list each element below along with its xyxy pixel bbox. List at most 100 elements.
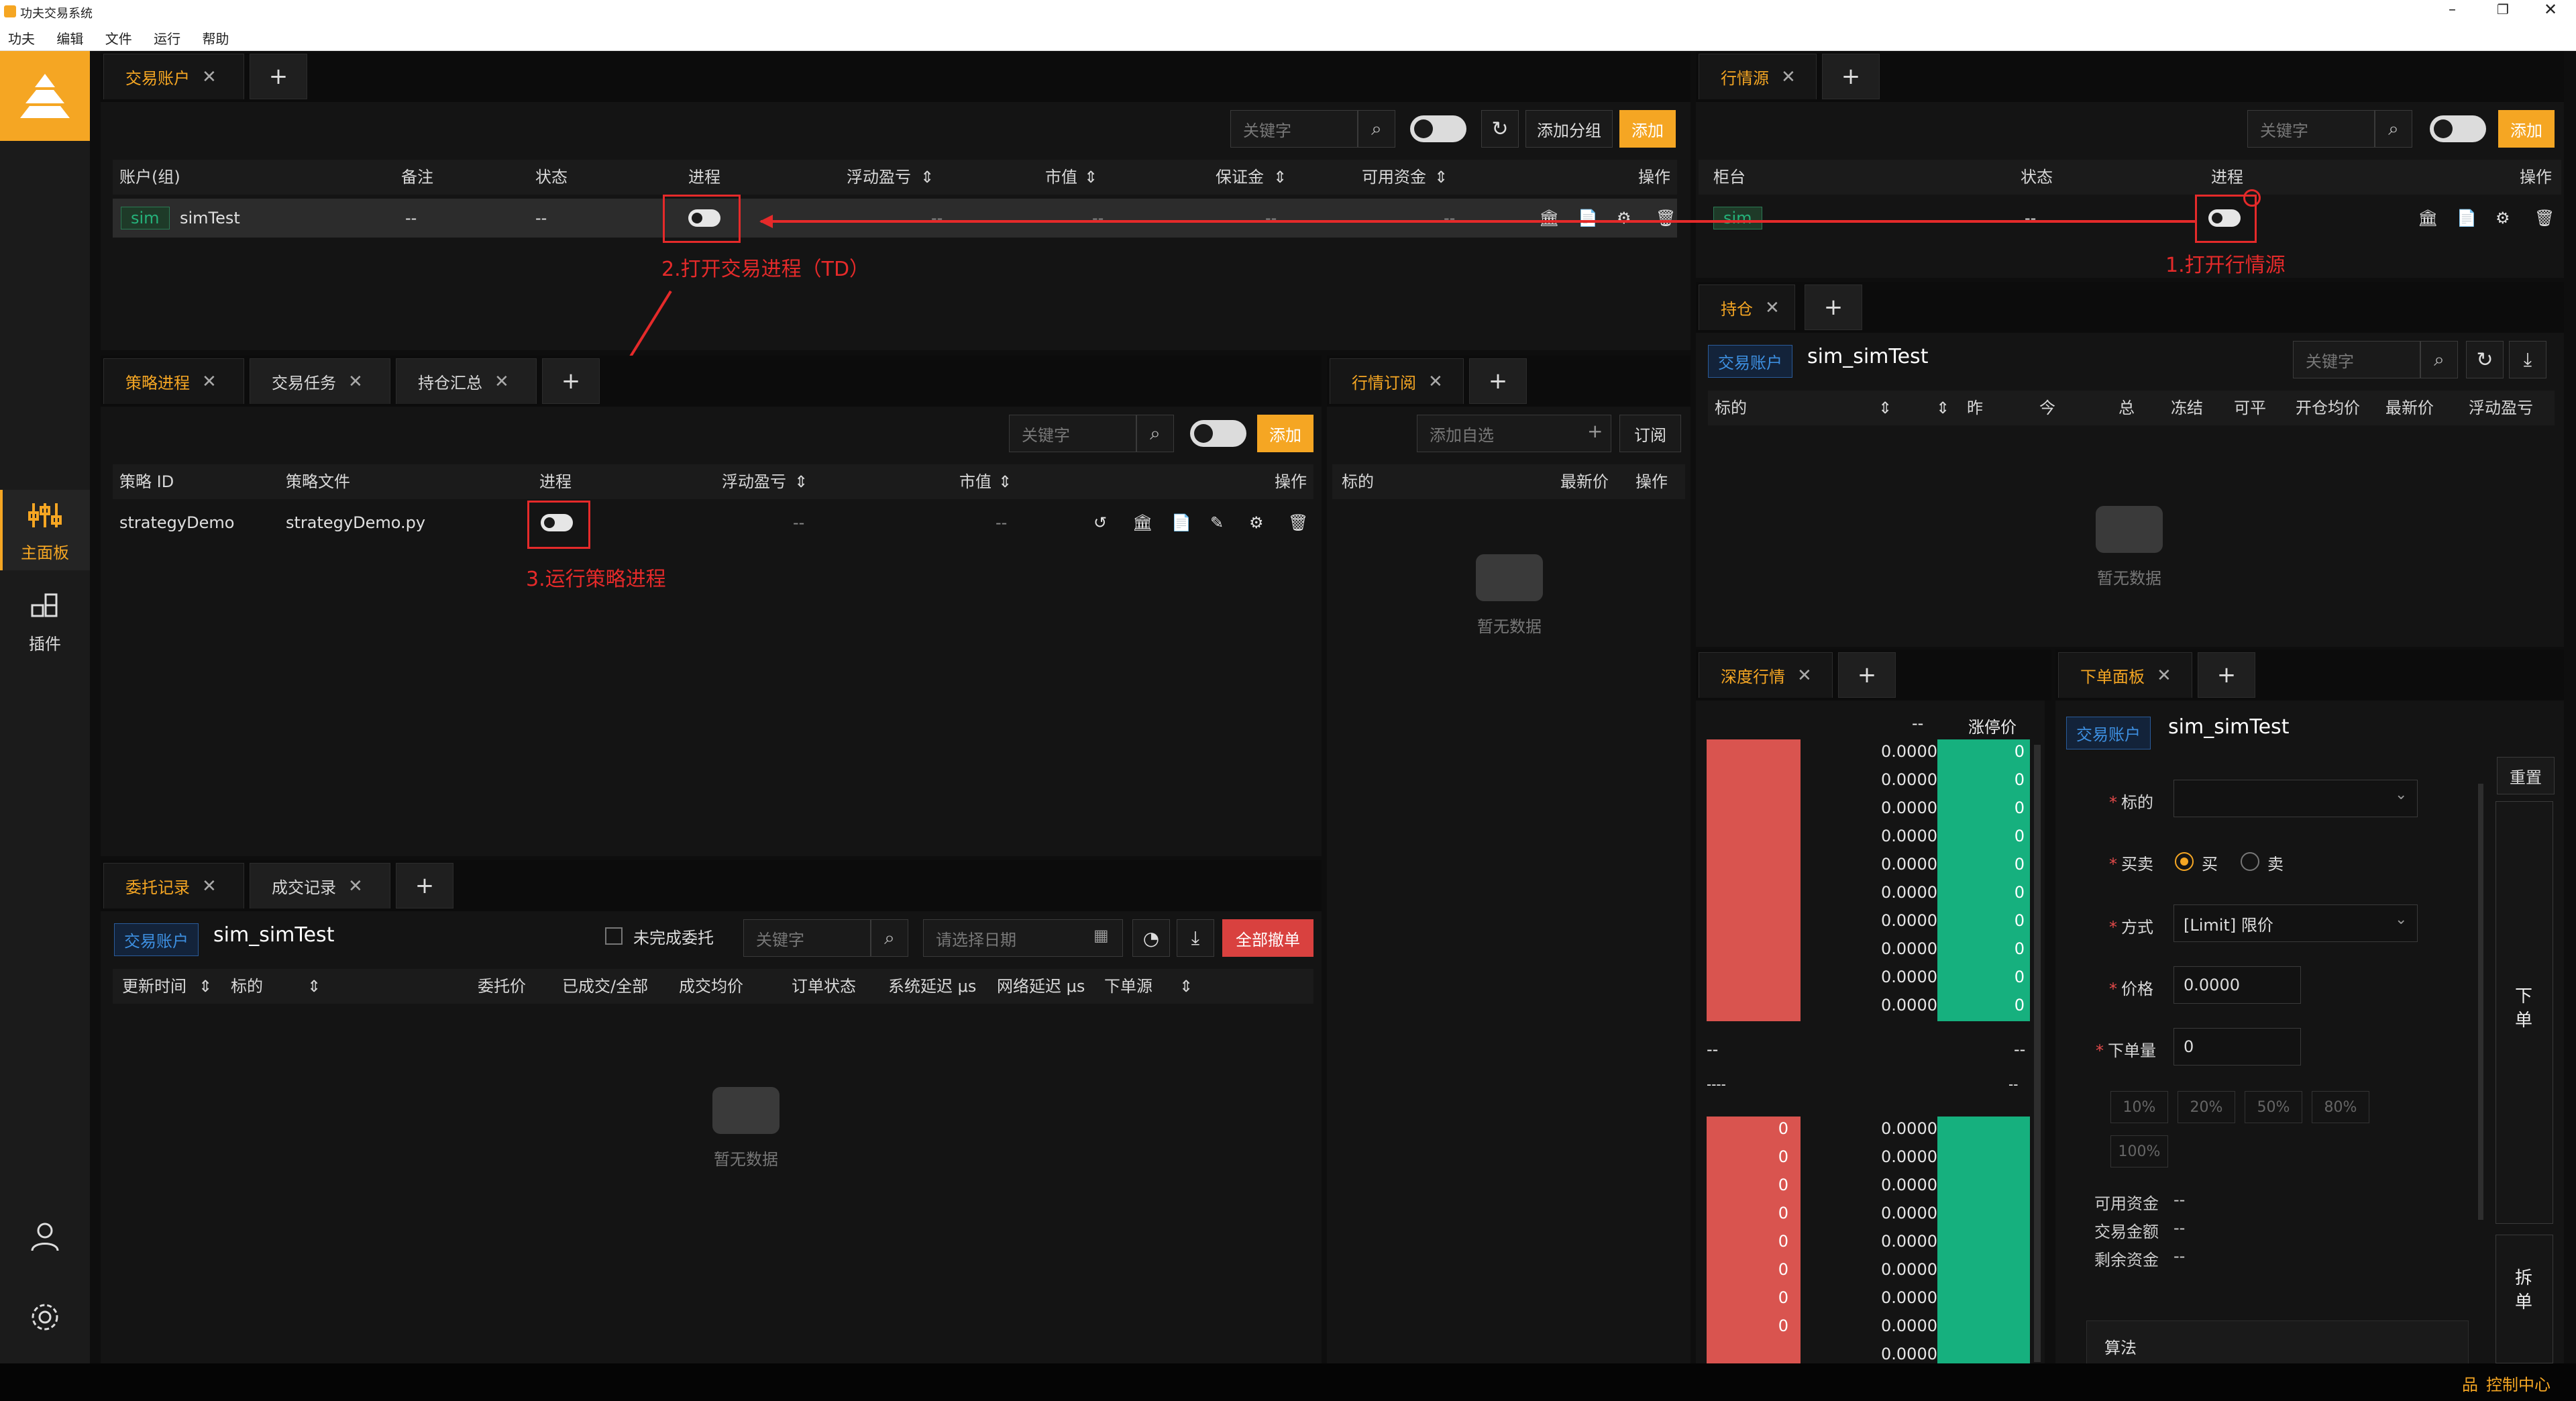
split-order-button[interactable]: 拆单 — [2496, 1235, 2553, 1363]
col-order-source[interactable]: 下单源 — [1104, 969, 1152, 1004]
pct-10-button[interactable]: 10% — [2110, 1091, 2168, 1123]
sort-icon[interactable]: ⇕ — [1878, 391, 1892, 425]
pct-20-button[interactable]: 20% — [2178, 1091, 2235, 1123]
close-tab-icon[interactable]: ✕ — [202, 372, 217, 392]
calendar-icon[interactable]: ▦ — [1093, 926, 1109, 945]
download-icon[interactable]: ⤓ — [1177, 919, 1214, 957]
strategy-toggle-all[interactable] — [1190, 420, 1246, 447]
tab-orders[interactable]: 委托记录 ✕ — [103, 863, 244, 909]
sort-icon[interactable]: ⇕ — [1936, 391, 1949, 425]
control-center-label[interactable]: 控制中心 — [2486, 1371, 2551, 1395]
add-tab-button[interactable]: + — [2198, 652, 2255, 698]
cancel-all-button[interactable]: 全部撤单 — [1222, 919, 1313, 957]
search-icon[interactable]: ⌕ — [2420, 341, 2458, 378]
close-tab-icon[interactable]: ✕ — [348, 372, 363, 392]
pct-50-button[interactable]: 50% — [2245, 1091, 2302, 1123]
tab-md-subscribe[interactable]: 行情订阅 ✕ — [1330, 358, 1464, 404]
buy-radio[interactable] — [2175, 852, 2194, 871]
col-instrument[interactable]: 标的 — [231, 969, 263, 1004]
orders-panel: 交易账户 sim_simTest 未完成委托 关键字 ⌕ 请选择日期 ▦ ◔ ⤓… — [101, 911, 1322, 1363]
unfinished-checkbox[interactable] — [605, 927, 623, 945]
tab-trading-tasks[interactable]: 交易任务 ✕ — [250, 358, 390, 404]
sort-icon[interactable]: ⇕ — [199, 969, 212, 1004]
col-system-latency[interactable]: 系统延迟 μs — [888, 969, 976, 1004]
control-center-icon[interactable]: 品 — [2462, 1371, 2478, 1395]
tab-strategy-process[interactable]: 策略进程 ✕ — [103, 358, 244, 404]
depth-scrollbar[interactable] — [2034, 745, 2041, 1362]
bid-volume: 0 — [1778, 1232, 1788, 1251]
add-tab-button[interactable]: + — [1838, 652, 1896, 698]
close-tab-icon[interactable]: ✕ — [1765, 298, 1780, 318]
add-tab-button[interactable]: + — [396, 863, 453, 909]
place-order-button[interactable]: 下单 — [2496, 801, 2553, 1224]
col-filled-total[interactable]: 已成交/全部 — [562, 969, 648, 1004]
sort-icon[interactable]: ⇕ — [307, 969, 321, 1004]
strategy-panel: 关键字 ⌕ 添加 策略 ID 策略文件 进程 浮动盈亏 ⇕ 市值 ⇕ 操作 stra… — [101, 407, 1322, 856]
add-watchlist-input[interactable]: 添加自选 — [1417, 415, 1611, 452]
file-icon[interactable]: 📄 — [1171, 503, 1191, 542]
tab-positions[interactable]: 持仓 ✕ — [1699, 284, 1795, 330]
close-tab-icon[interactable]: ✕ — [1797, 666, 1812, 686]
ask-price: 0.0000 — [1881, 770, 1937, 789]
col-yesterday[interactable]: 昨 — [1967, 391, 1983, 425]
ask-price: 0.0000 — [1881, 911, 1937, 930]
form-scrollbar[interactable] — [2478, 784, 2483, 1220]
col-market-value[interactable]: 市值 — [959, 464, 991, 499]
reset-button[interactable]: 重置 — [2497, 757, 2555, 794]
pct-100-button[interactable]: 100% — [2110, 1135, 2168, 1168]
col-network-latency[interactable]: 网络延迟 μs — [997, 969, 1085, 1004]
tab-trades[interactable]: 成交记录 ✕ — [250, 863, 390, 909]
refresh-button[interactable]: ↻ — [2466, 341, 2504, 378]
close-tab-icon[interactable]: ✕ — [348, 876, 363, 896]
subscribe-empty: 暂无数据 — [1442, 554, 1576, 637]
trash-icon[interactable]: 🗑 — [1288, 503, 1308, 542]
col-float-pnl[interactable]: 浮动盈亏 — [2469, 391, 2533, 425]
col-today[interactable]: 今 — [2039, 391, 2055, 425]
history-icon[interactable]: ↺ — [1093, 503, 1107, 542]
gear-icon[interactable]: ⚙ — [1249, 503, 1264, 542]
stats-icon[interactable]: ◔ — [1132, 919, 1170, 957]
volume-input[interactable]: 0 — [2174, 1028, 2301, 1066]
add-strategy-button[interactable]: 添加 — [1257, 415, 1313, 452]
close-tab-icon[interactable]: ✕ — [1428, 372, 1443, 392]
col-update-time[interactable]: 更新时间 — [122, 969, 186, 1004]
col-avg-open[interactable]: 开仓均价 — [2296, 391, 2360, 425]
tab-label: 委托记录 — [125, 878, 190, 897]
add-tab-button[interactable]: + — [1469, 358, 1527, 404]
col-last-price[interactable]: 最新价 — [2385, 391, 2434, 425]
add-tab-button[interactable]: + — [542, 358, 600, 404]
tab-position-summary[interactable]: 持仓汇总 ✕ — [396, 358, 537, 404]
col-closable[interactable]: 可平 — [2234, 391, 2266, 425]
sort-icon[interactable]: ⇕ — [998, 464, 1012, 499]
search-icon[interactable]: ⌕ — [1136, 415, 1174, 452]
tab-depth[interactable]: 深度行情 ✕ — [1699, 652, 1833, 698]
algo-section[interactable]: 算法 — [2086, 1320, 2469, 1363]
close-tab-icon[interactable]: ✕ — [2157, 666, 2171, 686]
pct-80-button[interactable]: 80% — [2312, 1091, 2369, 1123]
close-tab-icon[interactable]: ✕ — [202, 876, 217, 896]
orders-search-input[interactable]: 关键字 — [743, 919, 871, 957]
search-icon[interactable]: ⌕ — [871, 919, 908, 957]
positions-search-input[interactable]: 关键字 — [2293, 341, 2420, 378]
strategy-search-input[interactable]: 关键字 — [1009, 415, 1136, 452]
table-row[interactable]: strategyDemo strategyDemo.py -- -- ↺ 🏛 📄… — [113, 503, 1313, 542]
close-tab-icon[interactable]: ✕ — [494, 372, 509, 392]
plus-icon[interactable]: + — [1587, 420, 1603, 442]
download-icon[interactable]: ⤓ — [2509, 341, 2546, 378]
price-input[interactable]: 0.0000 — [2174, 966, 2301, 1004]
add-tab-button[interactable]: + — [1805, 284, 1862, 330]
col-total[interactable]: 总 — [2118, 391, 2135, 425]
sort-icon[interactable]: ⇕ — [1179, 969, 1193, 1004]
col-order-price[interactable]: 委托价 — [478, 969, 526, 1004]
mode-select[interactable]: [Limit] 限价 — [2174, 904, 2418, 942]
instrument-select[interactable] — [2174, 780, 2418, 817]
sell-radio[interactable] — [2241, 852, 2259, 871]
col-pnl[interactable]: 浮动盈亏 — [722, 464, 786, 499]
col-avg-fill[interactable]: 成交均价 — [679, 969, 743, 1004]
col-frozen[interactable]: 冻结 — [2171, 391, 2203, 425]
edit-icon[interactable]: ✎ — [1210, 503, 1224, 542]
sort-icon[interactable]: ⇕ — [794, 464, 808, 499]
subscribe-button[interactable]: 订阅 — [1619, 415, 1681, 452]
tab-order-form[interactable]: 下单面板 ✕ — [2058, 652, 2192, 698]
bank-icon[interactable]: 🏛 — [1132, 503, 1152, 542]
